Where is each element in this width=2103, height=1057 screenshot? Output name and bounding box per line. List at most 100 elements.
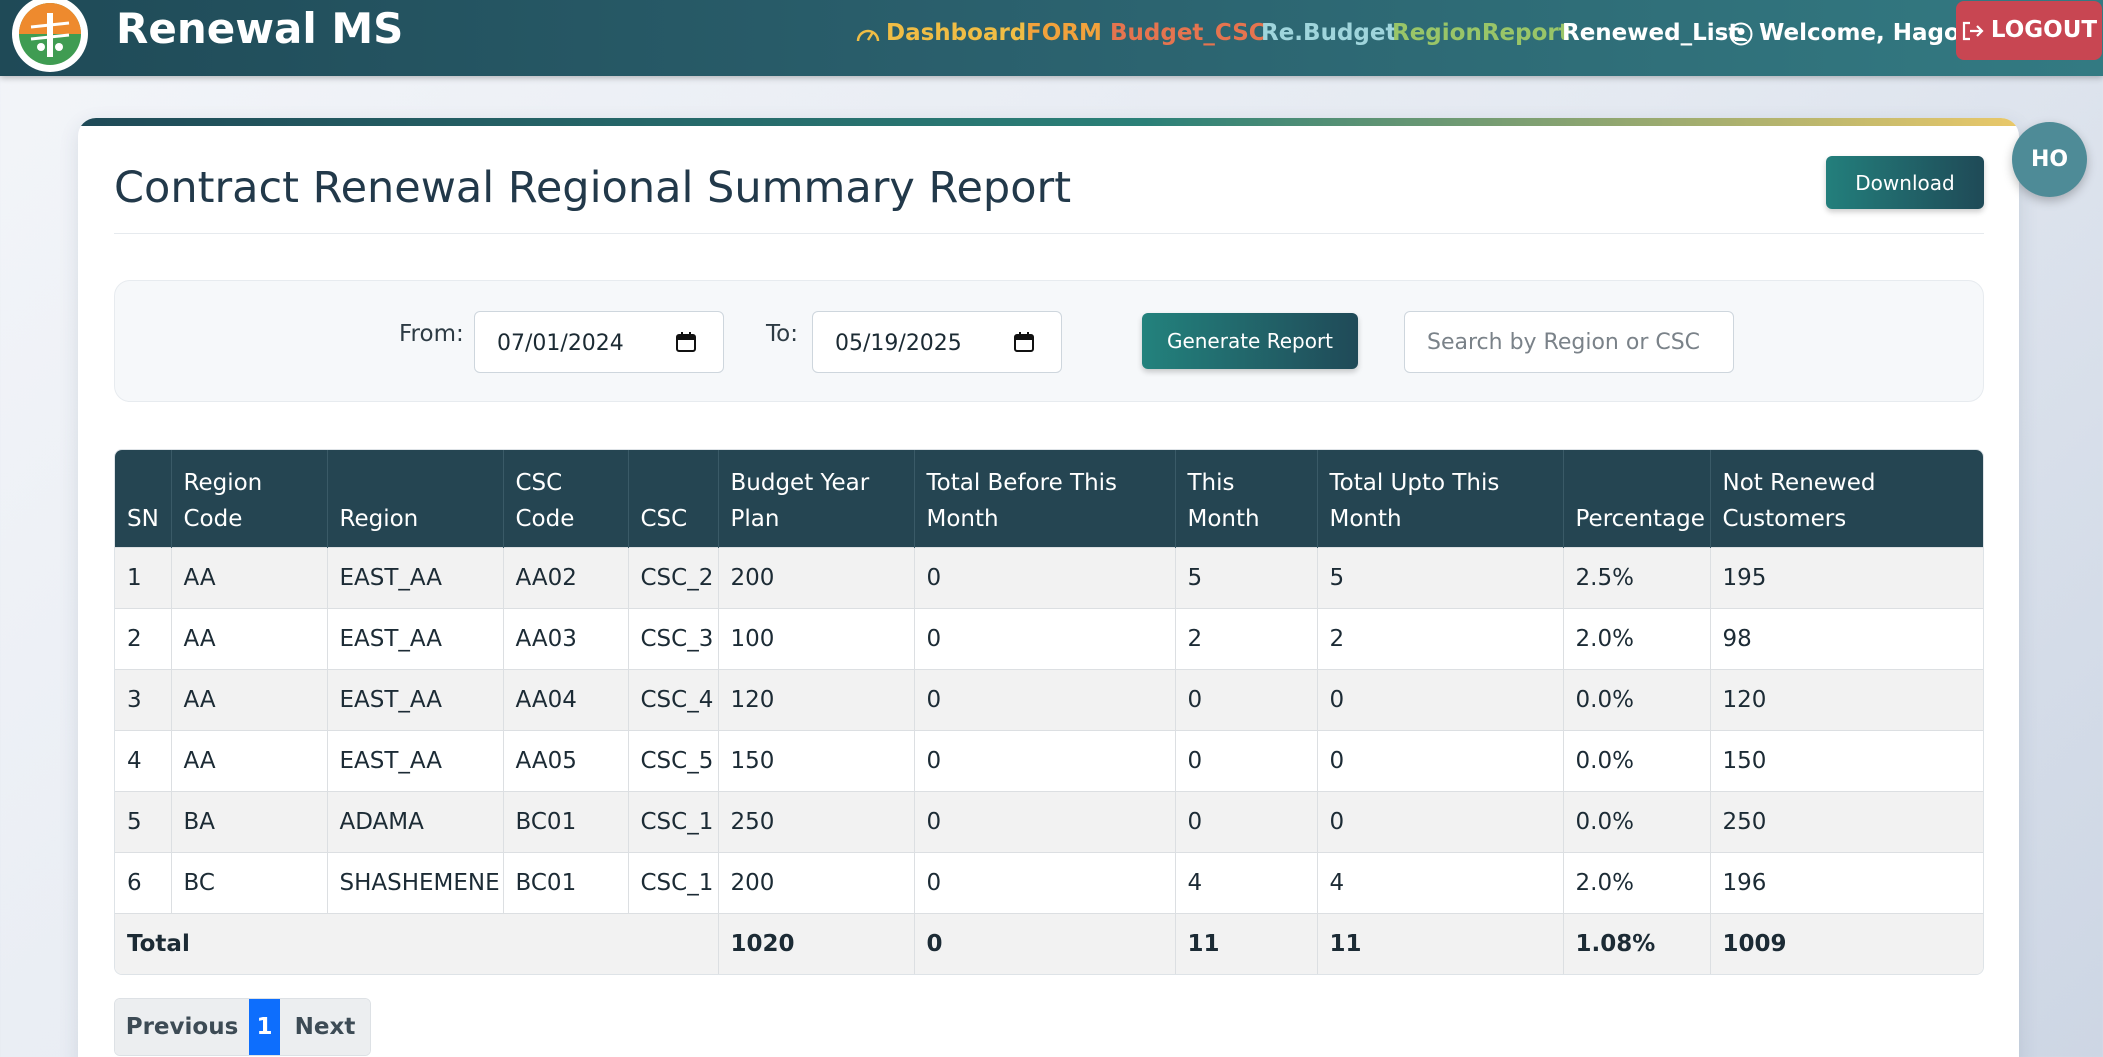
table-cell: EAST_AA: [327, 607, 504, 669]
table-cell: 0: [1317, 790, 1564, 852]
calendar-icon[interactable]: [1013, 331, 1035, 353]
table-row: 6 BC SHASHEMENE BC01 CSC_1 200 0 4 4 2.0…: [115, 851, 1983, 913]
table-cell: 196: [1710, 851, 1983, 913]
to-date-field[interactable]: [812, 311, 1062, 373]
table-cell: 0.0%: [1563, 790, 1711, 852]
nav-dashboard[interactable]: Dashboard: [856, 14, 1026, 52]
logout-icon: [1962, 21, 1984, 40]
download-button[interactable]: Download: [1826, 156, 1984, 209]
table-cell: AA: [171, 546, 328, 608]
table-cell: 2.0%: [1563, 607, 1711, 669]
col-header[interactable]: This Month: [1175, 450, 1318, 547]
total-this-month: 11: [1175, 912, 1318, 974]
table-cell: CSC_3: [628, 607, 719, 669]
nav-form[interactable]: FORM: [1026, 14, 1102, 52]
total-not-renewed: 1009: [1710, 912, 1983, 974]
table-cell: AA: [171, 668, 328, 730]
table-cell: AA: [171, 729, 328, 791]
next-page-button[interactable]: Next: [280, 999, 370, 1055]
nav-budget-csc[interactable]: Budget_CSC: [1110, 14, 1266, 52]
table-cell: 0.0%: [1563, 668, 1711, 730]
col-header[interactable]: Region: [327, 450, 504, 547]
card-accent-bar: [78, 118, 2019, 126]
col-header[interactable]: Not Renewed Customers: [1710, 450, 1983, 547]
region-csc-search-input[interactable]: [1404, 311, 1734, 373]
table-cell: ADAMA: [327, 790, 504, 852]
report-card: Contract Renewal Regional Summary Report…: [78, 118, 2019, 1057]
table-cell: 250: [1710, 790, 1983, 852]
table-header-row: SN Region Code Region CSC Code CSC Budge…: [115, 450, 1983, 547]
app-logo[interactable]: [12, 0, 88, 72]
table-cell: 5: [1175, 546, 1318, 608]
speedometer-icon: [856, 29, 880, 41]
col-header[interactable]: CSC Code: [503, 450, 629, 547]
col-header[interactable]: Total Upto This Month: [1317, 450, 1564, 547]
table-cell: 4: [1317, 851, 1564, 913]
from-date-field[interactable]: [474, 311, 724, 373]
table-cell: CSC_1: [628, 851, 719, 913]
col-header[interactable]: Region Code: [171, 450, 328, 547]
table-cell: 5: [1317, 546, 1564, 608]
table-row: 4 AA EAST_AA AA05 CSC_5 150 0 0 0 0.0% 1…: [115, 729, 1983, 791]
nav-re-budget[interactable]: Re.Budget: [1261, 14, 1396, 52]
summary-table: SN Region Code Region CSC Code CSC Budge…: [114, 449, 1984, 975]
previous-page-button[interactable]: Previous: [115, 999, 249, 1055]
logout-label: LOGOUT: [1990, 17, 2098, 43]
table-cell: 98: [1710, 607, 1983, 669]
col-header[interactable]: CSC: [628, 450, 719, 547]
table-cell: 0: [1317, 668, 1564, 730]
table-cell: 6: [115, 851, 172, 913]
col-header[interactable]: Total Before This Month: [914, 450, 1176, 547]
table-cell: 195: [1710, 546, 1983, 608]
table-cell: 2.5%: [1563, 546, 1711, 608]
total-percentage: 1.08%: [1563, 912, 1711, 974]
table-cell: 2: [1317, 607, 1564, 669]
table-cell: AA04: [503, 668, 629, 730]
table-cell: 0: [1317, 729, 1564, 791]
page-1-button[interactable]: 1: [249, 999, 280, 1055]
table-cell: 4: [1175, 851, 1318, 913]
generate-report-button[interactable]: Generate Report: [1142, 313, 1358, 369]
table-cell: CSC_5: [628, 729, 719, 791]
nav-dashboard-label: Dashboard: [886, 20, 1027, 46]
top-navbar: Renewal MS Dashboard FORM Budget_CSC Re.…: [0, 0, 2103, 76]
table-cell: BC01: [503, 790, 629, 852]
table-cell: AA: [171, 607, 328, 669]
table-row: 1 AA EAST_AA AA02 CSC_2 200 0 5 5 2.5% 1…: [115, 546, 1983, 608]
table-cell: 200: [718, 851, 915, 913]
table-cell: BC01: [503, 851, 629, 913]
table-cell: 0: [1175, 790, 1318, 852]
welcome-user[interactable]: Welcome, Hagos: [1729, 14, 1974, 52]
logout-button[interactable]: LOGOUT: [1956, 1, 2102, 60]
col-header[interactable]: SN: [115, 450, 172, 547]
table-cell: 0: [914, 607, 1176, 669]
welcome-label: Welcome, Hagos: [1759, 20, 1974, 46]
from-date-input[interactable]: [497, 328, 677, 358]
table-cell: AA03: [503, 607, 629, 669]
table-cell: 0: [914, 790, 1176, 852]
col-header[interactable]: Percentage: [1563, 450, 1711, 547]
table-cell: CSC_1: [628, 790, 719, 852]
table-cell: 0: [1175, 729, 1318, 791]
table-cell: 5: [115, 790, 172, 852]
to-label: To:: [766, 321, 798, 347]
brand-title: Renewal MS: [116, 4, 404, 53]
table-total-row: Total 1020 0 11 11 1.08% 1009: [115, 912, 1983, 974]
table-cell: 1: [115, 546, 172, 608]
logo-emblem-icon: [19, 3, 81, 65]
table-cell: 3: [115, 668, 172, 730]
nav-renewed-list[interactable]: Renewed_List: [1562, 14, 1739, 52]
table-cell: 2: [115, 607, 172, 669]
table-cell: 4: [115, 729, 172, 791]
user-avatar[interactable]: HO: [2012, 122, 2087, 197]
to-date-input[interactable]: [835, 328, 1015, 358]
total-before: 0: [914, 912, 1176, 974]
nav-region-report[interactable]: RegionReport: [1392, 14, 1570, 52]
table-cell: 0: [914, 668, 1176, 730]
calendar-icon[interactable]: [675, 331, 697, 353]
page-title: Contract Renewal Regional Summary Report: [114, 163, 1072, 213]
table-cell: 0: [1175, 668, 1318, 730]
col-header[interactable]: Budget Year Plan: [718, 450, 915, 547]
total-upto: 11: [1317, 912, 1564, 974]
table-cell: CSC_2: [628, 546, 719, 608]
